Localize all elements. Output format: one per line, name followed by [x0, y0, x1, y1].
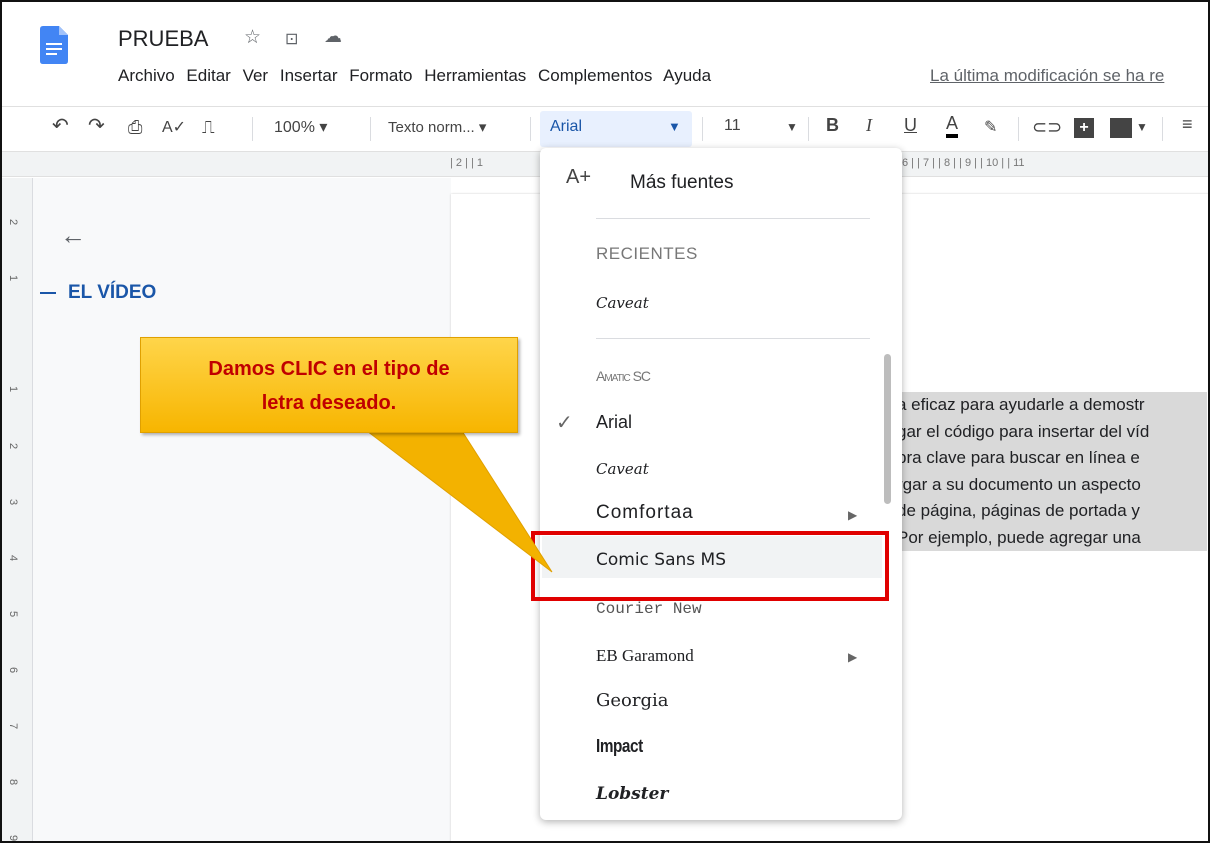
insert-image-icon[interactable] [1110, 118, 1132, 138]
font-item-caveat-recent[interactable]: Caveat [596, 294, 649, 312]
text-line: Por ejemplo, puede agregar una [897, 527, 1141, 547]
outline-dash [40, 291, 56, 294]
chevron-down-icon: ▼ [668, 119, 681, 134]
ruler-number: 4 [7, 554, 20, 562]
chevron-down-icon[interactable]: ▼ [1136, 120, 1148, 134]
document-body-text[interactable]: a eficaz para ayudarle a demostr gar el … [897, 392, 1207, 551]
menu-bar: Archivo Editar Ver Insertar Formato Herr… [118, 66, 718, 86]
style-value: Texto norm... [388, 119, 475, 136]
toolbar-divider [1162, 117, 1163, 141]
toolbar: ↶ ↷ ⎙ A✓ ⎍ 100% ▾ Texto norm... ▾ Arial … [2, 106, 1208, 152]
ruler-number: 1 [7, 385, 20, 393]
toolbar-divider [530, 117, 531, 141]
italic-button[interactable]: I [866, 115, 872, 136]
font-select[interactable]: Arial ▼ [540, 111, 692, 147]
font-item-lobster[interactable]: Lobster [596, 784, 668, 804]
toolbar-divider [702, 117, 703, 141]
callout-line-2: letra deseado. [261, 392, 397, 414]
document-title[interactable]: PRUEBA [118, 26, 208, 52]
menu-archivo[interactable]: Archivo [118, 66, 175, 85]
scrollbar[interactable] [884, 354, 891, 504]
underline-button[interactable]: U [904, 115, 917, 136]
font-item-courier-new[interactable]: Courier New [596, 600, 702, 618]
callout-line-1: Damos CLIC en el tipo de [208, 358, 450, 380]
ruler-number: 6 [7, 666, 20, 674]
align-icon[interactable]: ≡ [1182, 114, 1193, 135]
font-value: Arial [550, 118, 583, 135]
submenu-arrow-icon: ▶ [848, 650, 858, 664]
ruler-number: 1 [7, 274, 20, 282]
add-font-icon: A+ [566, 166, 592, 188]
text-line: bra clave para buscar en línea e [897, 448, 1140, 467]
text-line: a eficaz para ayudarle a demostr [897, 395, 1145, 414]
ruler-number: 5 [7, 610, 20, 618]
move-folder-icon[interactable]: ⊡ [285, 29, 298, 49]
ruler-number: 7 [7, 722, 20, 730]
style-select[interactable]: Texto norm... ▾ [388, 118, 486, 136]
vertical-ruler[interactable]: 2 1 1 2 3 4 5 6 7 8 9 [2, 178, 33, 842]
toolbar-divider [808, 117, 809, 141]
spellcheck-icon[interactable]: A✓ [162, 117, 186, 137]
star-icon[interactable]: ☆ [244, 26, 261, 49]
submenu-arrow-icon: ▶ [848, 508, 858, 522]
zoom-value: 100% [274, 119, 315, 136]
outline-heading[interactable]: EL VÍDEO [40, 282, 156, 304]
undo-icon[interactable]: ↶ [52, 113, 69, 138]
paint-format-icon[interactable]: ⎍ [202, 117, 215, 138]
ruler-numbers-right: 6 | | 7 | | 8 | | 9 | | 10 | | 11 [902, 157, 1025, 169]
cloud-saved-icon: ☁ [324, 26, 342, 46]
chevron-down-icon[interactable]: ▼ [786, 120, 798, 134]
toolbar-divider [1018, 117, 1019, 141]
toolbar-divider [252, 117, 253, 141]
font-item-impact[interactable]: Impact [596, 736, 643, 757]
font-item-arial[interactable]: Arial [596, 412, 632, 433]
font-item-georgia[interactable]: Georgia [596, 690, 668, 711]
text-line: de página, páginas de portada y [897, 501, 1140, 520]
ruler-number: 9 [7, 834, 20, 842]
ruler-number: 2 [7, 218, 20, 226]
outline-heading-text: EL VÍDEO [68, 282, 157, 303]
toolbar-divider [370, 117, 371, 141]
recent-header: RECIENTES [596, 244, 698, 263]
redo-icon[interactable]: ↷ [88, 113, 105, 138]
text-line: rgar a su documento un aspecto [897, 474, 1141, 494]
callout-pointer [365, 430, 553, 573]
font-dropdown-menu: A+ Más fuentes RECIENTES Caveat Amatic S… [540, 148, 902, 820]
menu-complementos[interactable]: Complementos [538, 66, 652, 85]
font-item-eb-garamond[interactable]: EB Garamond [596, 646, 694, 666]
font-item-caveat[interactable]: Caveat [596, 460, 649, 478]
highlight-box [531, 531, 889, 601]
instruction-callout: Damos CLIC en el tipo de letra deseado. [140, 337, 518, 433]
text-line: gar el código para insertar del víd [897, 421, 1150, 441]
highlight-pen-icon[interactable]: ✎ [984, 117, 997, 137]
ruler-number: 3 [7, 498, 20, 506]
menu-editar[interactable]: Editar [186, 66, 230, 85]
ruler-number: 8 [7, 778, 20, 786]
menu-divider [596, 338, 870, 339]
text-color-button[interactable]: A [946, 113, 959, 138]
arrow-left-icon[interactable]: ← [60, 220, 86, 251]
ruler-number: 2 [7, 442, 20, 450]
docs-logo-icon[interactable] [40, 26, 68, 64]
last-modified-link[interactable]: La última modificación se ha re [930, 66, 1164, 86]
check-icon: ✓ [556, 412, 573, 434]
more-fonts-item[interactable]: Más fuentes [630, 172, 734, 194]
bold-button[interactable]: B [826, 115, 839, 136]
link-icon[interactable]: ⊂⊃ [1032, 117, 1062, 138]
menu-formato[interactable]: Formato [349, 66, 412, 85]
menu-ver[interactable]: Ver [243, 66, 269, 85]
menu-divider [596, 218, 870, 219]
font-item-amatic-sc[interactable]: Amatic SC [596, 368, 651, 384]
menu-insertar[interactable]: Insertar [280, 66, 338, 85]
ruler-numbers-left: | 2 | | 1 [450, 157, 484, 169]
print-icon[interactable]: ⎙ [128, 117, 142, 138]
font-size-input[interactable]: 11 [724, 117, 741, 135]
font-item-comfortaa[interactable]: Comfortaa [596, 502, 694, 524]
insert-comment-icon[interactable]: + [1074, 118, 1094, 138]
google-docs-window: PRUEBA ☆ ⊡ ☁ Archivo Editar Ver Insertar… [0, 0, 1210, 843]
menu-ayuda[interactable]: Ayuda [663, 66, 711, 85]
zoom-select[interactable]: 100% ▾ [274, 117, 327, 137]
menu-herramientas[interactable]: Herramientas [424, 66, 526, 85]
